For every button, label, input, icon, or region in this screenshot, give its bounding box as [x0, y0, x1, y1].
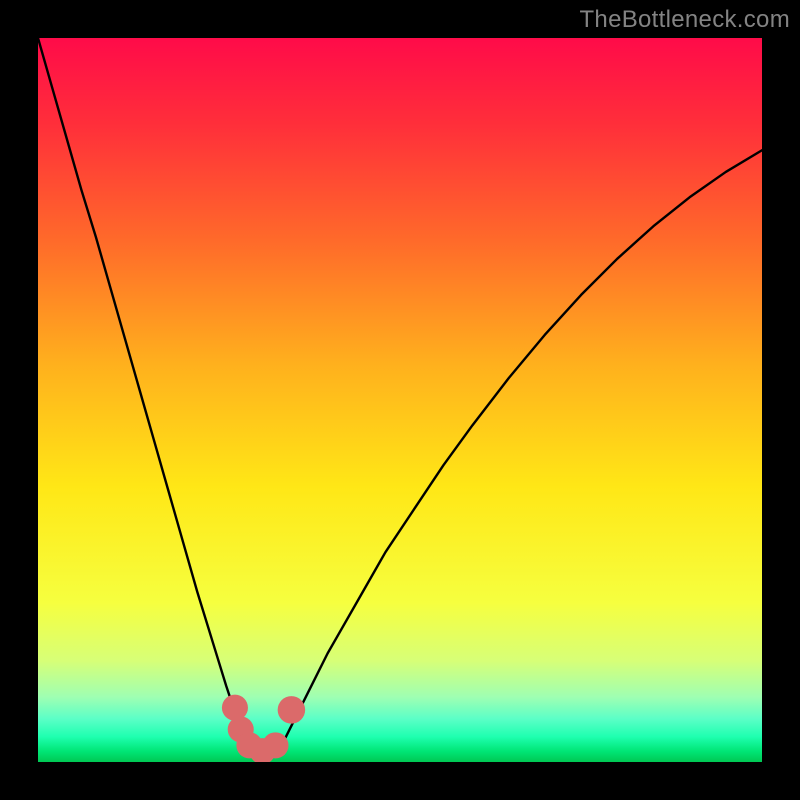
watermark: TheBottleneck.com [579, 6, 790, 34]
marker-bottom-c [262, 732, 288, 758]
chart-frame: TheBottleneck.com [0, 0, 800, 800]
marker-left-top [222, 695, 248, 721]
bottleneck-curve [38, 38, 762, 755]
plot-area [38, 38, 762, 762]
curve-layer [38, 38, 762, 762]
marker-right [278, 696, 306, 724]
